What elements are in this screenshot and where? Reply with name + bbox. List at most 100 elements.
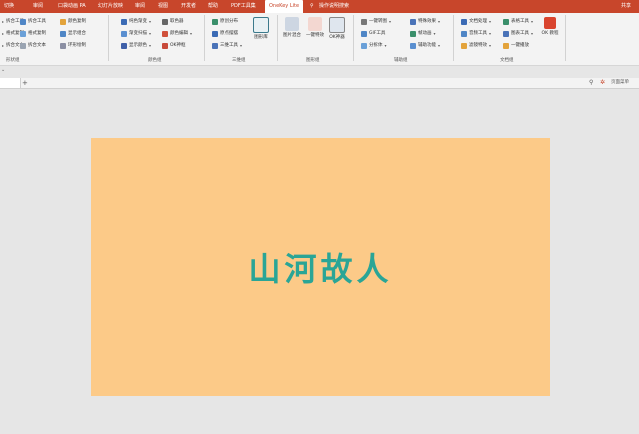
chevron-down-icon: ▾ bbox=[384, 43, 387, 48]
ring-icon bbox=[60, 42, 66, 49]
group-label-assist: 辅助组 bbox=[394, 58, 408, 63]
ok-tutorial-button[interactable]: OK 教程 bbox=[541, 17, 559, 37]
ribbon-item-gradient-scan[interactable]: 渐变扫描 ▾ bbox=[121, 29, 151, 38]
chevron-down-icon: ▾ bbox=[489, 19, 492, 24]
ribbon-item-assist[interactable]: 辅助功能 ▾ bbox=[410, 41, 440, 50]
table-icon bbox=[503, 18, 509, 25]
ribbon-item-chart[interactable]: 图表工具 ▾ bbox=[503, 29, 533, 38]
ribbon-item-color-edit[interactable]: 颜色编辑 ▾ bbox=[162, 29, 192, 38]
ok-tool-button[interactable]: OK神器 bbox=[327, 17, 347, 41]
ribbon-item-table[interactable]: 表格工具 ▾ bbox=[503, 17, 533, 26]
ribbon-item-audio[interactable]: 音频工具 ▾ bbox=[461, 29, 491, 38]
ribbon-item-play[interactable]: 一键播放 bbox=[503, 41, 529, 50]
ribbon-item-show-group[interactable]: 显示组合 bbox=[60, 29, 86, 38]
chart-icon bbox=[503, 30, 509, 37]
page-menu-label[interactable]: 页面菜单 bbox=[611, 78, 629, 88]
search-icon[interactable]: ⚲ bbox=[589, 78, 593, 88]
ribbon-item-gradient[interactable]: 纯色渐变 ▾ bbox=[121, 17, 151, 26]
document-tab[interactable] bbox=[0, 78, 21, 88]
window-icon bbox=[329, 17, 345, 33]
ribbon-item-shape-tools[interactable]: 拆合工具 bbox=[20, 17, 46, 26]
group-divider bbox=[204, 15, 205, 61]
tab-review-2[interactable]: 审阅 bbox=[135, 0, 145, 13]
gif-icon bbox=[361, 30, 367, 37]
group-label-color: 颜色组 bbox=[148, 58, 162, 63]
hexagon-icon bbox=[253, 17, 269, 33]
add-tab-button[interactable]: + bbox=[22, 78, 28, 88]
ribbon-item-special-effect[interactable]: 特殊效果 ▾ bbox=[410, 17, 440, 26]
palette-icon bbox=[162, 30, 168, 37]
gradient-icon bbox=[121, 18, 127, 25]
tab-slideshow[interactable]: 幻灯片放映 bbox=[98, 0, 123, 13]
group-divider bbox=[108, 15, 109, 61]
ribbon-item-3d-tools[interactable]: 三维工具 ▾ bbox=[212, 41, 242, 50]
tab-review[interactable]: 审阅 bbox=[33, 0, 43, 13]
chevron-down-icon: ▾ bbox=[531, 19, 534, 24]
play-icon bbox=[503, 42, 509, 49]
ribbon-item-eyedropper[interactable]: 取色器 bbox=[162, 17, 184, 26]
group-label-shape: 形状组 bbox=[6, 58, 20, 63]
ribbon-item-color-copy[interactable]: 颜色复制 bbox=[60, 17, 86, 26]
document-tabs-bar: + ⚲ ✲ 页面菜单 bbox=[0, 78, 639, 89]
ok-logo-icon bbox=[544, 17, 556, 29]
tab-help[interactable]: 帮助 bbox=[208, 0, 218, 13]
ribbon-item-doc[interactable]: 文档处理 ▾ bbox=[461, 17, 491, 26]
more-icon: ▸ bbox=[2, 31, 5, 36]
group-divider bbox=[453, 15, 454, 61]
tab-pocket-animation[interactable]: 口袋动画 PA bbox=[58, 0, 86, 13]
chevron-down-icon: ▾ bbox=[149, 31, 152, 36]
grid-icon bbox=[361, 42, 367, 49]
ribbon-item-to-image[interactable]: 一键转图 ▾ bbox=[361, 17, 391, 26]
group-divider bbox=[277, 15, 278, 61]
layers-icon bbox=[212, 30, 218, 37]
distribute-icon bbox=[212, 18, 218, 25]
gear-icon[interactable]: ✲ bbox=[600, 78, 605, 88]
group-icon bbox=[60, 30, 66, 37]
audio-icon bbox=[461, 30, 467, 37]
chevron-down-icon: ▾ bbox=[389, 19, 392, 24]
color-icon bbox=[121, 42, 127, 49]
ribbon-item-gif[interactable]: GIF工具 bbox=[361, 29, 385, 38]
ribbon-item-show-color[interactable]: 显示颜色 ▾ bbox=[121, 41, 151, 50]
ribbon-item-distribute[interactable]: 原创分布 bbox=[212, 17, 238, 26]
ribbon-item-text[interactable]: 拆合文本 bbox=[20, 41, 46, 50]
image-icon bbox=[361, 18, 367, 25]
slide-canvas[interactable]: 山河故人 bbox=[91, 138, 550, 396]
collapse-ribbon-icon[interactable]: ⌄ bbox=[1, 67, 5, 73]
assist-icon bbox=[410, 42, 416, 49]
shape-library-button[interactable]: 图形库 bbox=[251, 17, 271, 41]
group-label-3d: 三维组 bbox=[232, 58, 246, 63]
ribbon-item-format-copy[interactable]: 格式复制 bbox=[20, 29, 46, 38]
more-icon: ▸ bbox=[2, 43, 5, 48]
tab-help-search[interactable]: 操作说明搜索 bbox=[319, 0, 349, 13]
film-icon bbox=[410, 30, 416, 37]
tab-onekey-lite[interactable]: OneKey Lite bbox=[265, 0, 304, 13]
image-blend-button[interactable]: 图片混合 bbox=[282, 17, 302, 39]
shape-icon bbox=[20, 18, 26, 25]
cube-icon bbox=[212, 42, 218, 49]
scan-icon bbox=[121, 30, 127, 37]
tab-developer[interactable]: 开发者 bbox=[181, 0, 196, 13]
tab-switch[interactable]: 切换 bbox=[4, 0, 14, 13]
menu-bar: 切换 审阅 口袋动画 PA 幻灯片放映 审阅 视图 开发者 帮助 PDF工具集 … bbox=[0, 0, 639, 13]
chevron-down-icon: ▾ bbox=[190, 31, 193, 36]
layers-icon bbox=[285, 17, 299, 31]
search-icon[interactable]: ⚲ bbox=[310, 0, 314, 13]
chevron-down-icon: ▾ bbox=[433, 31, 436, 36]
ribbon-item-ok-frame[interactable]: OK神框 bbox=[162, 41, 186, 50]
one-key-effect-button[interactable]: 一键特效 bbox=[305, 17, 325, 39]
slide-title[interactable]: 山河故人 bbox=[91, 138, 550, 396]
group-divider bbox=[565, 15, 566, 61]
tab-view[interactable]: 视图 bbox=[158, 0, 168, 13]
ribbon-item-ring[interactable]: 环形绘制 bbox=[60, 41, 86, 50]
ribbon-item-frame-anim[interactable]: 帧动画 ▾ bbox=[410, 29, 436, 38]
ribbon-item-origin[interactable]: 原点摆摆 bbox=[212, 29, 238, 38]
share-button[interactable]: 共享 bbox=[621, 0, 631, 13]
tab-pdf-tools[interactable]: PDF工具集 bbox=[231, 0, 256, 13]
ribbon-item-split[interactable]: 分拆体 ▾ bbox=[361, 41, 387, 50]
wave-icon bbox=[308, 17, 322, 31]
text-icon bbox=[20, 42, 26, 49]
copy-icon bbox=[20, 30, 26, 37]
ribbon-item-filter[interactable]: 滤镜特效 ▾ bbox=[461, 41, 491, 50]
paint-icon bbox=[60, 18, 66, 25]
